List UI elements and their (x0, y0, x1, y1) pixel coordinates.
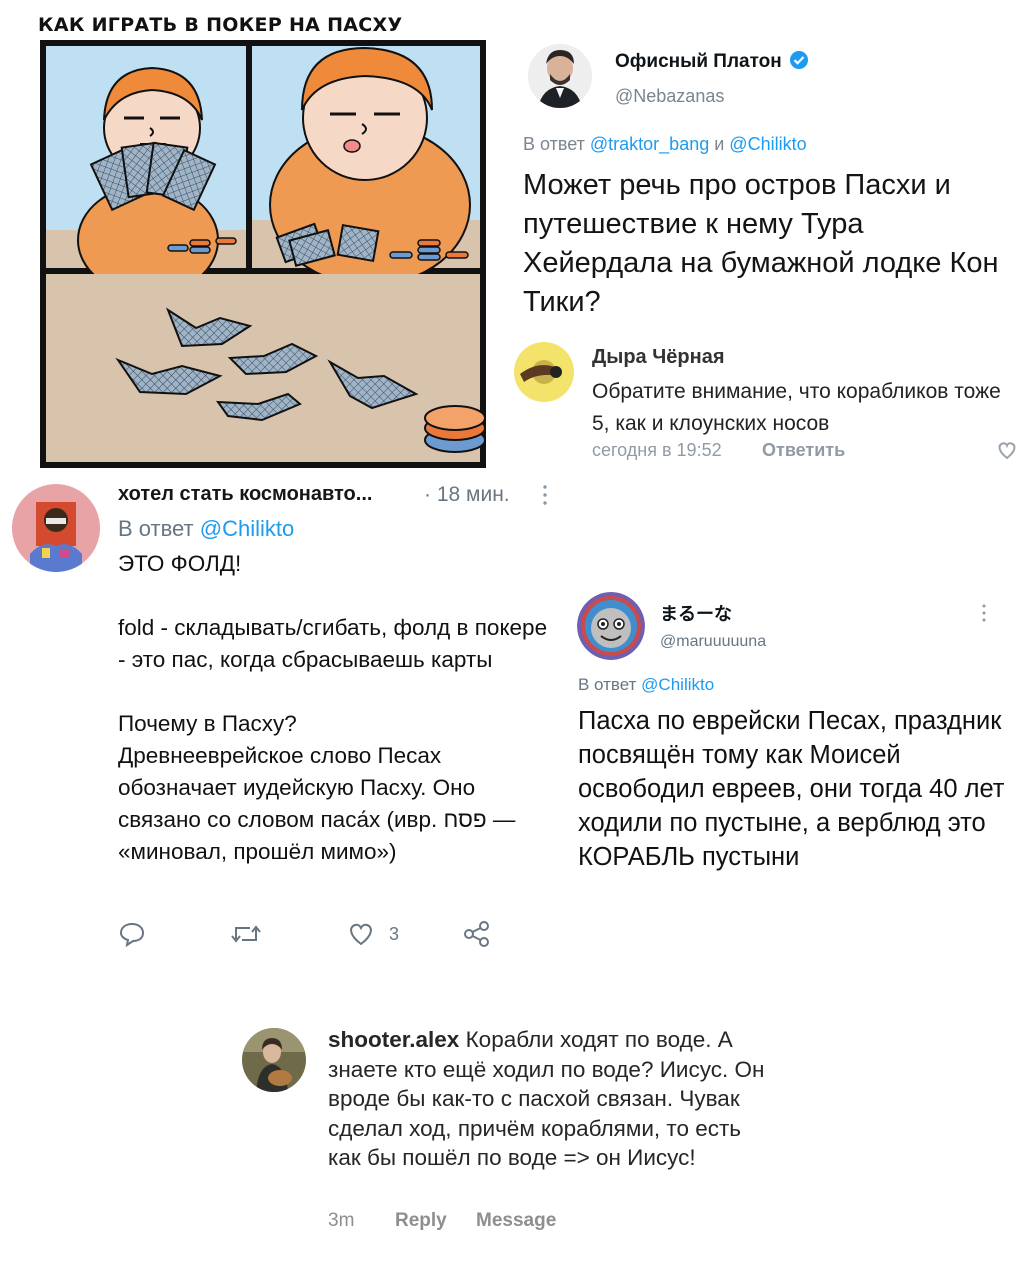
retweet-icon[interactable] (230, 922, 262, 946)
more-options-icon[interactable] (980, 602, 988, 624)
mention-link[interactable]: @Chilikto (641, 675, 714, 694)
tweet2-author-name[interactable]: хотел стать космонавто... (118, 483, 372, 506)
vk-author-name[interactable]: Дыра Чёрная (592, 346, 725, 369)
mention-link[interactable]: @Chilikto (200, 516, 294, 541)
ig-message-button[interactable]: Message (476, 1210, 556, 1232)
tweet3-handle[interactable]: @maruuuuuna (660, 633, 766, 651)
tweet3-avatar[interactable] (577, 592, 645, 660)
vk-comment-text: Обратите внимание, что корабликов тоже 5… (592, 380, 1001, 435)
reply-and: и (709, 134, 730, 154)
tweet1-text: Может речь про остров Пасхи и путешестви… (523, 169, 999, 318)
share-icon[interactable] (462, 920, 492, 948)
vk-comment-time: сегодня в 19:52 (592, 440, 722, 460)
reply-prefix: В ответ (578, 675, 642, 694)
tweet3-text: Пасха по еврейски Песах, праздник посвящ… (578, 707, 1005, 871)
comic-title: КАК ИГРАТЬ В ПОКЕР НА ПАСХУ (38, 14, 403, 36)
ig-reply-button[interactable]: Reply (395, 1210, 447, 1232)
tweet2-reply-context: В ответ @Chilikto (118, 516, 294, 542)
like-icon[interactable] (996, 440, 1018, 460)
tweet1-reply-context: В ответ @traktor_bang и @Chilikto (523, 134, 807, 155)
tweet3-reply-context: В ответ @Chilikto (578, 675, 714, 695)
tweet1-author-name[interactable]: Офисный Платон (615, 50, 809, 73)
mention-link[interactable]: @Chilikto (729, 134, 806, 154)
tweet2-text: ЭТО ФОЛД! fold - складывать/сгибать, фол… (118, 551, 548, 864)
tweet2-timestamp: · 18 мин. (424, 483, 510, 506)
tweet3-author-name[interactable]: まるーな (660, 600, 732, 626)
tweet1-author-name-text: Офисный Платон (615, 51, 782, 72)
reply-prefix: В ответ (118, 516, 200, 541)
vk-reply-button[interactable]: Ответить (762, 440, 845, 461)
reply-icon[interactable] (118, 921, 146, 947)
ig-comment: shooter.alex Корабли ходят по воде. А зн… (328, 1025, 768, 1173)
tweet1-avatar[interactable] (528, 44, 592, 108)
ig-comment-time: 3m (328, 1210, 355, 1231)
reply-prefix: В ответ (523, 134, 590, 154)
tweet2-avatar[interactable] (12, 484, 100, 572)
like-icon[interactable] (346, 921, 376, 947)
vk-avatar[interactable] (514, 342, 574, 402)
mention-link[interactable]: @traktor_bang (590, 134, 709, 154)
comic-image (40, 40, 486, 468)
ig-username[interactable]: shooter.alex (328, 1027, 459, 1052)
like-count: 3 (389, 924, 400, 944)
ig-avatar[interactable] (242, 1028, 306, 1092)
verified-icon (790, 51, 809, 69)
more-options-icon[interactable] (541, 482, 549, 508)
tweet1-handle[interactable]: @Nebazanas (615, 86, 724, 107)
